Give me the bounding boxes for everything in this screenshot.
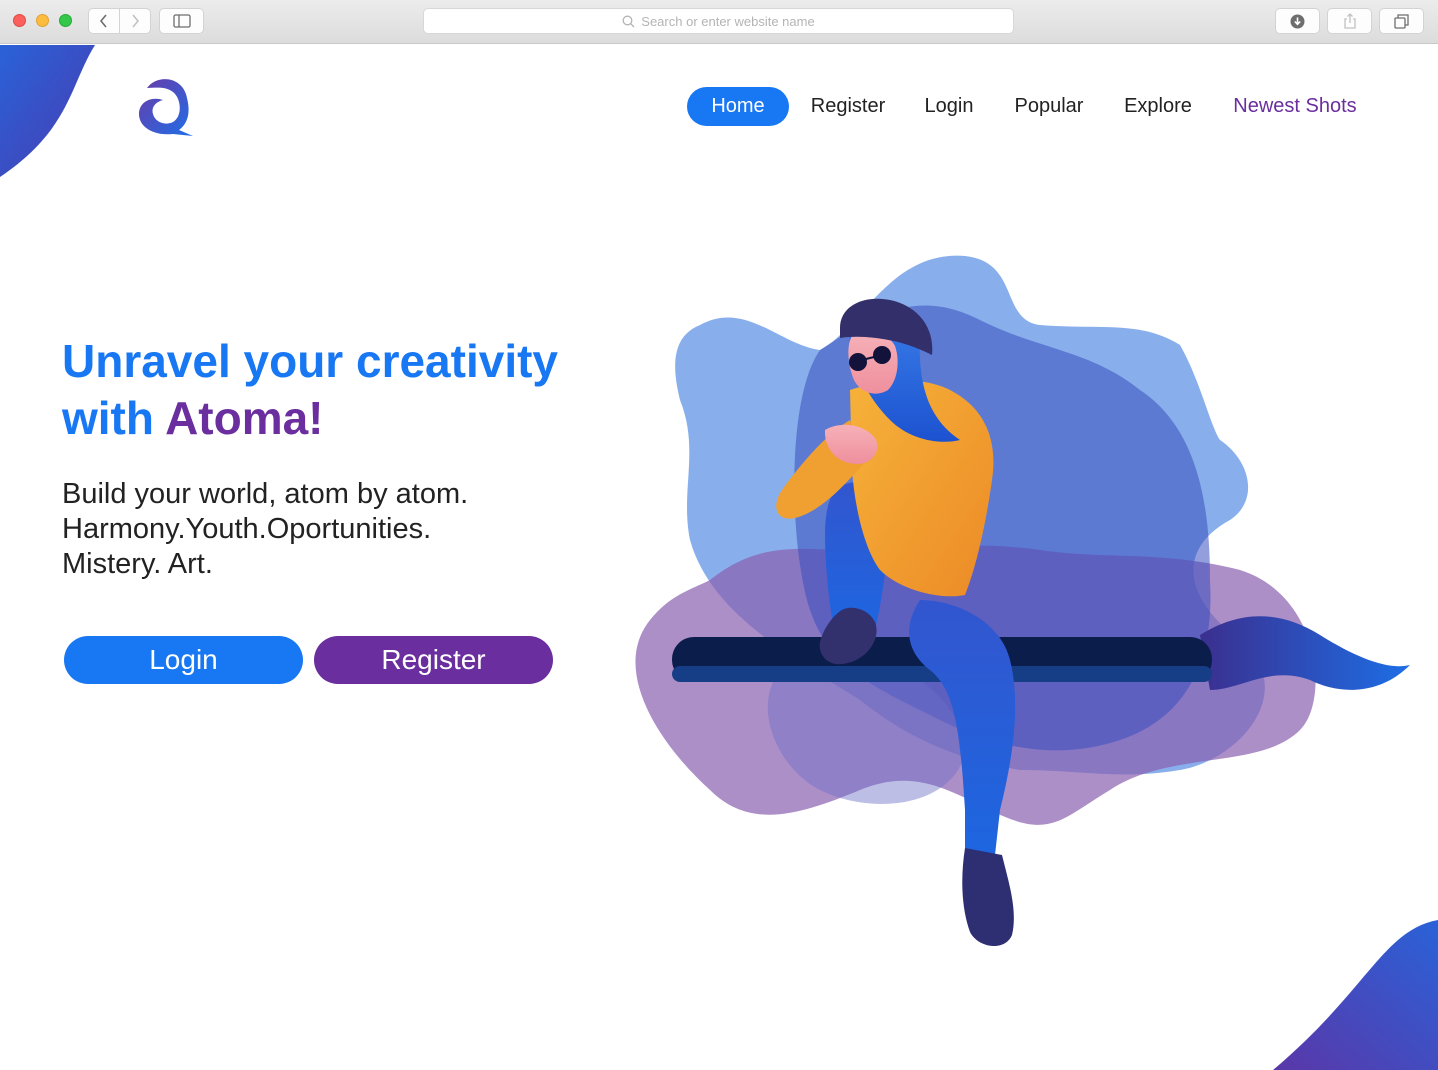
nav-popular[interactable]: Popular xyxy=(1004,87,1094,126)
chevron-left-icon xyxy=(100,14,107,28)
headline-line-1: Unravel your creativity xyxy=(62,335,559,387)
headline-brand: Atoma! xyxy=(165,392,324,444)
subtext-line-1: Build your world, atom by atom. xyxy=(62,478,469,510)
hero-headline: Unravel your creativity with Atoma! xyxy=(62,333,622,447)
headline-line-2-prefix: with xyxy=(62,392,166,444)
forward-button[interactable] xyxy=(119,9,150,33)
corner-wave-top-left xyxy=(0,45,95,177)
back-button[interactable] xyxy=(89,9,119,33)
history-nav xyxy=(88,8,151,34)
share-icon xyxy=(1343,13,1356,29)
nav-newest-shots[interactable]: Newest Shots xyxy=(1223,87,1367,126)
share-button[interactable] xyxy=(1327,8,1372,34)
subtext-line-2: Harmony.Youth.Oportunities. xyxy=(62,513,432,545)
close-window-button[interactable] xyxy=(13,14,26,27)
browser-toolbar: Search or enter website name xyxy=(0,0,1438,44)
nav-login[interactable]: Login xyxy=(914,87,984,126)
hero-login-button[interactable]: Login xyxy=(64,636,303,684)
hero-register-button[interactable]: Register xyxy=(314,636,553,684)
search-icon xyxy=(622,15,635,27)
atoma-logo[interactable] xyxy=(137,76,195,138)
minimize-window-button[interactable] xyxy=(36,14,49,27)
sidebar-toggle-button[interactable] xyxy=(159,8,204,34)
downloads-button[interactable] xyxy=(1275,8,1320,34)
tabs-icon xyxy=(1394,13,1409,29)
chevron-right-icon xyxy=(132,14,140,28)
zoom-window-button[interactable] xyxy=(59,14,72,27)
subtext-line-3: Mistery. Art. xyxy=(62,548,213,580)
hero-illustration xyxy=(635,255,1410,947)
tab-overview-button[interactable] xyxy=(1379,8,1424,34)
address-placeholder: Search or enter website name xyxy=(641,13,815,29)
download-icon xyxy=(1290,14,1305,28)
nav-register[interactable]: Register xyxy=(803,87,893,126)
sidebar-icon xyxy=(172,14,191,28)
hero-subtext: Build your world, atom by atom. Harmony.… xyxy=(62,477,582,582)
address-bar[interactable]: Search or enter website name xyxy=(423,8,1014,34)
nav-explore[interactable]: Explore xyxy=(1115,87,1201,126)
nav-home[interactable]: Home xyxy=(687,87,789,126)
